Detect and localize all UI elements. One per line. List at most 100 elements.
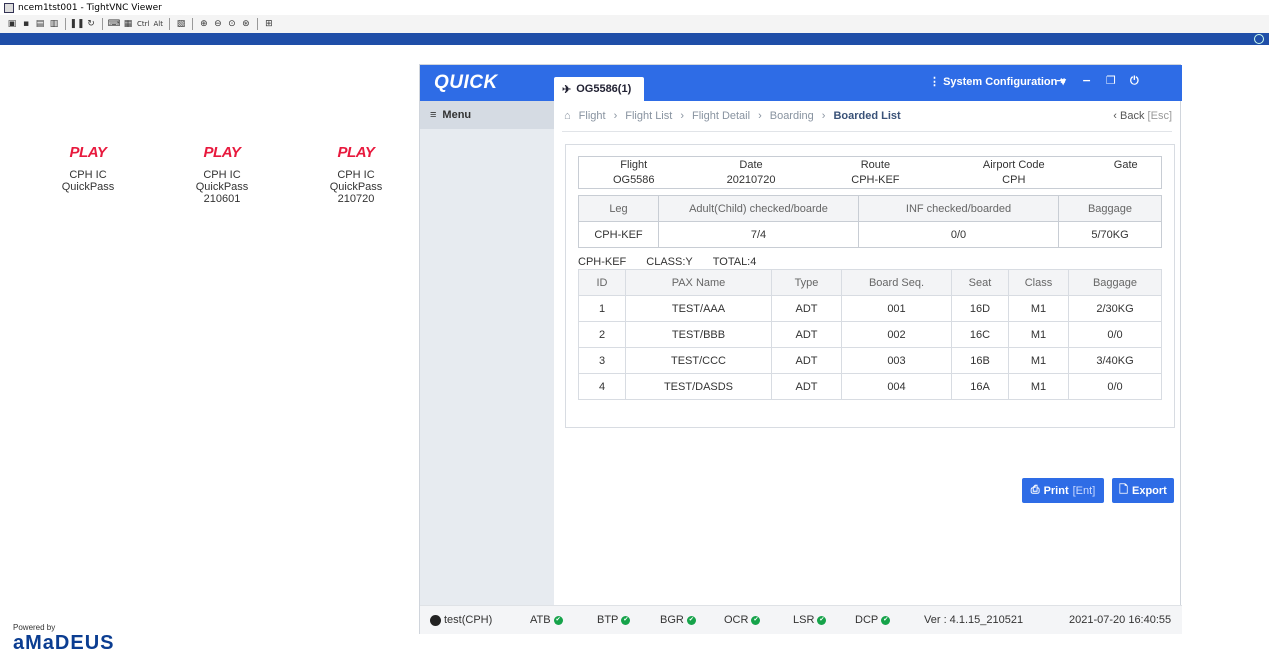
shortcut-label: CPH IC QuickPass 210601 bbox=[195, 169, 249, 205]
service-label: BGR bbox=[660, 614, 684, 626]
table-row[interactable]: 2 TEST/BBB ADT 002 16C M1 0/0 bbox=[578, 321, 1162, 348]
save-icon[interactable]: ▪ bbox=[20, 18, 32, 30]
desktop-shortcut-quickpass-210720[interactable]: PLAY CPH IC QuickPass 210720 bbox=[316, 144, 396, 205]
adult-child-value: 7/4 bbox=[658, 221, 859, 248]
table-row[interactable]: 4 TEST/DASDS ADT 004 16A M1 0/0 bbox=[578, 373, 1162, 400]
options-icon[interactable]: ▤ bbox=[34, 18, 46, 30]
col-baggage: Baggage bbox=[1068, 269, 1162, 296]
cell-seat: 16C bbox=[951, 321, 1009, 348]
adult-child-header: Adult(Child) checked/boarde bbox=[658, 195, 859, 222]
info-icon[interactable]: ▥ bbox=[48, 18, 60, 30]
date-header: Date bbox=[739, 158, 763, 171]
maximize-icon[interactable]: ❐ bbox=[1106, 74, 1116, 87]
cell-baggage: 0/0 bbox=[1068, 373, 1162, 400]
menu-toggle[interactable]: ≡ Menu bbox=[420, 101, 554, 129]
status-btp: BTP ✔ bbox=[597, 614, 631, 626]
cell-class: M1 bbox=[1008, 295, 1069, 322]
tab-flight-og5586[interactable]: ✈ OG5586(1) bbox=[554, 77, 644, 101]
print-button[interactable]: ⎙ Print [Ent] bbox=[1022, 478, 1104, 503]
remote-taskbar bbox=[0, 33, 1269, 45]
table-row[interactable]: 1 TEST/AAA ADT 001 16D M1 2/30KG bbox=[578, 295, 1162, 322]
amadeus-logo: aMaDEUS bbox=[13, 632, 115, 654]
breadcrumb-flight-detail[interactable]: Flight Detail bbox=[692, 110, 750, 122]
alt-key-button[interactable]: Alt bbox=[152, 20, 163, 28]
desktop-shortcut-quickpass-210601[interactable]: PLAY CPH IC QuickPass 210601 bbox=[182, 144, 262, 205]
tray-circle-icon[interactable] bbox=[1254, 34, 1264, 44]
cell-board-seq: 003 bbox=[841, 347, 952, 374]
back-button[interactable]: ‹ Back [Esc] bbox=[1113, 110, 1172, 122]
col-class: Class bbox=[1008, 269, 1069, 296]
breadcrumb: ⌂ Flight › Flight List › Flight Detail ›… bbox=[564, 110, 901, 122]
print-label: Print bbox=[1043, 484, 1069, 497]
hamburger-icon: ≡ bbox=[430, 109, 437, 121]
zoom-fit-icon[interactable]: ⊛ bbox=[240, 18, 252, 30]
file-icon: 🗋 bbox=[1119, 484, 1128, 496]
cell-pax-name: TEST/AAA bbox=[625, 295, 772, 322]
gate-header: Gate bbox=[1113, 158, 1138, 171]
home-icon[interactable]: ⌂ bbox=[564, 110, 571, 122]
logout-icon[interactable]: ⇥ bbox=[1056, 74, 1065, 87]
breadcrumb-flight-list[interactable]: Flight List bbox=[625, 110, 672, 122]
window-title: ncem1tst001 - TightVNC Viewer bbox=[18, 2, 162, 13]
app-header: QUICK ✈ OG5586(1) ⋮ System Configuration… bbox=[420, 65, 1182, 101]
ctrl-key-button[interactable]: Ctrl bbox=[136, 20, 150, 28]
zoom-reset-icon[interactable]: ⊙ bbox=[226, 18, 238, 30]
tab-label: OG5586(1) bbox=[576, 83, 632, 95]
cell-id: 3 bbox=[578, 347, 626, 374]
cell-board-seq: 001 bbox=[841, 295, 952, 322]
win-key-icon[interactable]: ▦ bbox=[122, 18, 134, 30]
power-icon[interactable]: ⏻ bbox=[1130, 74, 1139, 88]
breadcrumb-boarded-list: Boarded List bbox=[833, 110, 901, 122]
airport-code-header: Airport Code bbox=[982, 158, 1045, 171]
service-label: LSR bbox=[793, 614, 815, 626]
cell-class: M1 bbox=[1008, 373, 1069, 400]
route-header: Route bbox=[860, 158, 891, 171]
toolbar-divider bbox=[102, 18, 103, 30]
table-row[interactable]: 3 TEST/CCC ADT 003 16B M1 3/40KG bbox=[578, 347, 1162, 374]
toolbar-divider bbox=[256, 18, 258, 30]
fullscreen-icon[interactable]: ⊞ bbox=[263, 18, 275, 30]
toolbar-divider bbox=[191, 18, 193, 30]
leg-value: CPH-KEF bbox=[578, 221, 659, 248]
leg-summary-table: Leg Adult(Child) checked/boarde INF chec… bbox=[578, 195, 1162, 248]
minimize-icon[interactable]: − bbox=[1082, 74, 1091, 87]
cell-seat: 16A bbox=[951, 373, 1009, 400]
plane-icon: ✈ bbox=[562, 83, 572, 96]
system-configuration-label: System Configuration bbox=[943, 76, 1058, 88]
version-label: Ver : 4.1.15_210521 bbox=[924, 614, 1024, 626]
cell-id: 4 bbox=[578, 373, 626, 400]
zoom-out-icon[interactable]: ⊖ bbox=[212, 18, 224, 30]
ctrl-alt-del-icon[interactable]: ⌨ bbox=[108, 18, 121, 30]
cell-baggage: 0/0 bbox=[1068, 321, 1162, 348]
refresh-icon[interactable]: ↻ bbox=[85, 18, 97, 30]
play-logo-icon: PLAY bbox=[69, 144, 107, 161]
flight-value: OG5586 bbox=[612, 174, 655, 187]
export-button[interactable]: 🗋 Export bbox=[1112, 478, 1174, 503]
flight-header: Flight bbox=[620, 158, 648, 171]
cell-baggage: 3/40KG bbox=[1068, 347, 1162, 374]
cell-board-seq: 004 bbox=[841, 373, 952, 400]
leg-header: Leg bbox=[578, 195, 659, 222]
system-configuration-menu[interactable]: ⋮ System Configuration ▾ bbox=[929, 75, 1066, 88]
print-shortcut: [Ent] bbox=[1072, 484, 1096, 497]
check-circle-icon: ✔ bbox=[621, 615, 631, 625]
breadcrumb-flight[interactable]: Flight bbox=[579, 110, 606, 122]
clipboard-icon[interactable]: ▧ bbox=[175, 18, 187, 30]
chevron-left-icon: ‹ bbox=[1113, 110, 1117, 122]
check-circle-icon: ✔ bbox=[751, 615, 761, 625]
new-connection-icon[interactable]: ▣ bbox=[6, 18, 18, 30]
check-circle-icon: ✔ bbox=[817, 615, 827, 625]
col-board-seq: Board Seq. bbox=[841, 269, 952, 296]
zoom-in-icon[interactable]: ⊕ bbox=[198, 18, 210, 30]
baggage-value: 5/70KG bbox=[1058, 221, 1162, 248]
chevron-right-icon: › bbox=[613, 110, 618, 122]
check-circle-icon: ✔ bbox=[881, 615, 891, 625]
breadcrumb-boarding[interactable]: Boarding bbox=[770, 110, 814, 122]
desktop-shortcut-quickpass[interactable]: PLAY CPH IC QuickPass bbox=[48, 144, 128, 193]
status-lsr: LSR ✔ bbox=[793, 614, 827, 626]
baggage-header: Baggage bbox=[1058, 195, 1162, 222]
vertical-dots-icon: ⋮ bbox=[929, 76, 940, 88]
date-value: 20210720 bbox=[726, 174, 776, 187]
window-titlebar: ncem1tst001 - TightVNC Viewer bbox=[0, 0, 1269, 15]
pause-icon[interactable]: ❚❚ bbox=[69, 18, 84, 30]
